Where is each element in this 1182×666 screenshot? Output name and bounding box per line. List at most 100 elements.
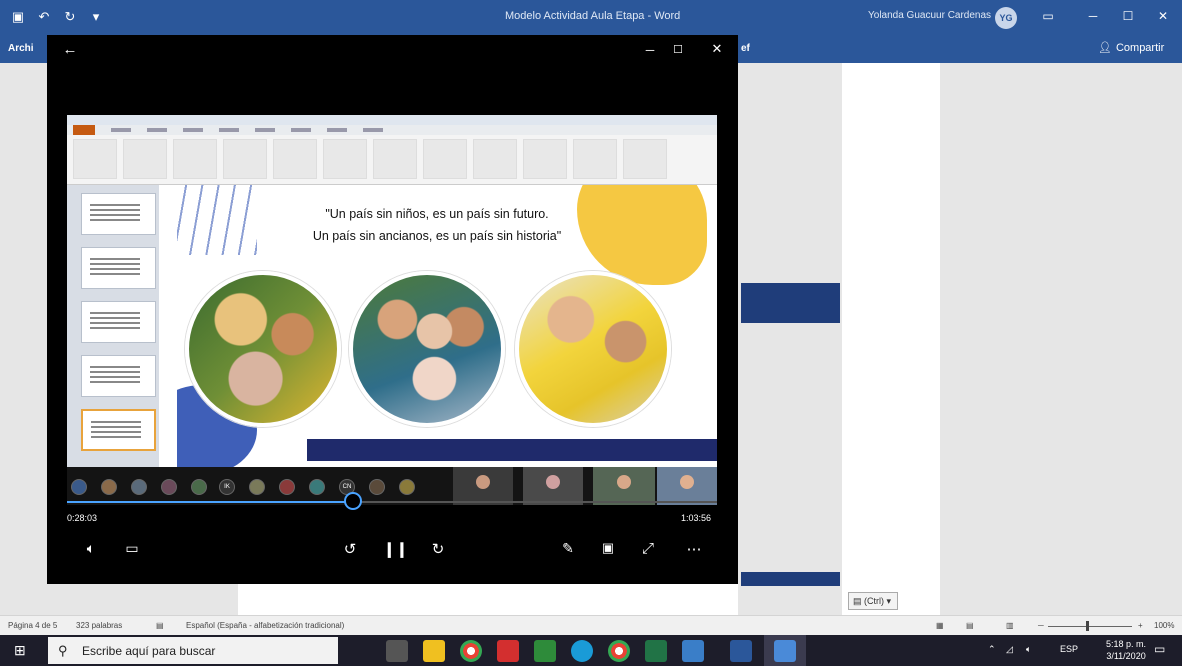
video-app-icon[interactable]	[774, 640, 796, 662]
player-close-icon[interactable]: ✕	[709, 41, 725, 57]
word-page-right	[842, 63, 940, 615]
tray-chevron-icon[interactable]: ⌃	[988, 644, 996, 655]
pause-icon[interactable]: ❙❙	[383, 540, 408, 560]
notifications-icon[interactable]: ▭	[1154, 642, 1165, 656]
participant-video-tile	[523, 467, 583, 505]
acrobat-icon[interactable]	[497, 640, 519, 662]
participant-avatar	[399, 479, 415, 495]
read-mode-icon[interactable]: ▦	[936, 621, 944, 630]
slide-quote-line-2: Un país sin ancianos, es un país sin his…	[312, 229, 562, 243]
mini-view-icon[interactable]: ▣	[597, 540, 619, 560]
close-icon[interactable]: ✕	[1155, 8, 1171, 24]
document-title: Modelo Actividad Aula Etapa - Word	[505, 10, 681, 22]
paste-options-button[interactable]: ▤ (Ctrl) ▾	[848, 592, 898, 610]
pen-icon[interactable]: ✎	[557, 540, 579, 560]
slide-thumbnail	[81, 301, 156, 343]
powerpoint-slide-thumbnails	[67, 185, 159, 467]
print-layout-icon[interactable]: ▤	[966, 621, 974, 630]
word-icon[interactable]	[730, 640, 752, 662]
zoom-in-icon[interactable]: +	[1138, 621, 1143, 630]
participant-avatar	[369, 479, 385, 495]
share-button[interactable]: 👤︎ Compartir	[1098, 41, 1165, 55]
rain-decoration	[177, 185, 257, 255]
customize-toolbar-icon[interactable]: ▾	[88, 9, 104, 25]
chrome-icon-2[interactable]	[608, 640, 630, 662]
powerpoint-file-tab	[73, 125, 95, 135]
search-placeholder: Escribe aquí para buscar	[82, 644, 216, 658]
duration-time: 1:03:56	[681, 513, 712, 523]
video-frame: "Un país sin niños, es un país sin futur…	[67, 115, 717, 467]
page-count[interactable]: Página 4 de 5	[8, 621, 57, 630]
user-name[interactable]: Yolanda Guacuur Cardenas	[868, 10, 991, 21]
participant-video-tile	[593, 467, 655, 505]
green-app-icon[interactable]	[534, 640, 556, 662]
seek-bar-progress	[67, 501, 353, 503]
clock-time: 5:18 p. m.	[1106, 639, 1147, 649]
paste-options-label: (Ctrl) ▾	[864, 596, 892, 606]
tab-partial[interactable]: ef	[741, 43, 750, 54]
seek-bar[interactable]	[67, 501, 717, 503]
taskbar-clock[interactable]: 5:18 p. m. 3/11/2020	[1106, 638, 1146, 662]
volume-icon[interactable]: 🔈︎	[79, 540, 103, 560]
participant-initials: IK	[219, 479, 235, 495]
task-view-icon[interactable]	[386, 640, 408, 662]
participants-strip: IK CN	[67, 467, 717, 505]
video-thumbnail-bottom	[741, 572, 840, 586]
clock-date: 3/11/2020	[1106, 651, 1146, 661]
video-thumbnail-controls	[741, 293, 840, 323]
back-arrow-icon[interactable]: ←	[61, 41, 79, 59]
user-avatar[interactable]: YG	[995, 7, 1017, 29]
slide-thumbnail-active	[81, 409, 156, 451]
ribbon-display-icon[interactable]: ▭	[1040, 8, 1056, 24]
web-layout-icon[interactable]: ▥	[1006, 621, 1014, 630]
language-indicator[interactable]: ESP	[1060, 644, 1078, 654]
participant-avatar	[161, 479, 177, 495]
seek-bar-thumb[interactable]	[344, 492, 362, 510]
blue-app-icon[interactable]	[571, 640, 593, 662]
maximize-icon[interactable]: ☐	[1120, 8, 1136, 24]
windows-taskbar: ⊞ ⚲ Escribe aquí para buscar ⌃ ◿ 🔈︎ ESP …	[0, 635, 1182, 666]
captions-icon[interactable]: ▭	[121, 540, 143, 560]
speaker-icon[interactable]: 🔈︎	[1026, 644, 1031, 655]
participant-avatar	[71, 479, 87, 495]
word-status-bar: Página 4 de 5 323 palabras ▤ Español (Es…	[0, 615, 1182, 635]
save-icon[interactable]: ▣	[10, 9, 26, 25]
fullscreen-icon[interactable]: ⤢	[637, 540, 659, 560]
player-maximize-icon[interactable]: ☐	[671, 43, 685, 57]
zoom-slider-thumb[interactable]	[1086, 621, 1089, 631]
participant-avatar	[131, 479, 147, 495]
redo-icon[interactable]: ↻	[62, 9, 78, 25]
video-thumbnail-strip	[741, 283, 840, 293]
minimize-icon[interactable]: ─	[1085, 8, 1101, 24]
file-explorer-icon[interactable]	[423, 640, 445, 662]
excel-icon[interactable]	[645, 640, 667, 662]
children-photo-circle	[515, 271, 671, 427]
powerpoint-ribbon-groups	[73, 139, 667, 179]
network-icon[interactable]: ◿	[1006, 644, 1013, 655]
player-minimize-icon[interactable]: ─	[643, 43, 657, 57]
word-gray-panel	[738, 63, 842, 615]
language-status[interactable]: Español (España - alfabetización tradici…	[186, 621, 344, 630]
grandparents-photo-circle	[349, 271, 505, 427]
word-count[interactable]: 323 palabras	[76, 621, 122, 630]
zoom-level[interactable]: 100%	[1154, 621, 1174, 630]
zoom-out-icon[interactable]: ─	[1038, 621, 1044, 630]
proofing-icon[interactable]: ▤	[156, 621, 164, 630]
powerpoint-ribbon	[67, 115, 717, 185]
quick-access-toolbar: ▣ ↶ ↻ ▾	[10, 9, 104, 25]
skip-back-icon[interactable]: ↺	[339, 540, 361, 560]
skip-forward-icon[interactable]: ↻	[427, 540, 449, 560]
powerpoint-slide: "Un país sin niños, es un país sin futur…	[177, 185, 717, 467]
chrome-icon[interactable]	[460, 640, 482, 662]
participant-video-tile	[657, 467, 717, 505]
windows-start-icon[interactable]: ⊞	[14, 643, 29, 658]
share-label: Compartir	[1115, 41, 1165, 54]
photos-icon[interactable]	[682, 640, 704, 662]
undo-icon[interactable]: ↶	[36, 9, 52, 25]
paste-icon: ▤	[853, 596, 862, 606]
zoom-slider[interactable]	[1048, 626, 1132, 627]
participant-video-tile	[453, 467, 513, 505]
taskbar-search-box[interactable]: ⚲ Escribe aquí para buscar	[48, 637, 338, 664]
more-options-icon[interactable]: ⋯	[683, 540, 705, 560]
tab-file[interactable]: Archi	[8, 43, 34, 54]
